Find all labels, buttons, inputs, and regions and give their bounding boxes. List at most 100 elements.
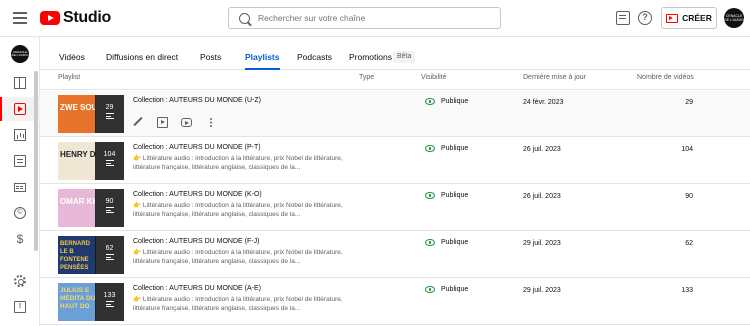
visibility-cell: Publique bbox=[425, 192, 468, 199]
youtube-logo-icon bbox=[40, 11, 60, 25]
create-video-icon bbox=[666, 13, 679, 23]
playlist-icon bbox=[105, 207, 114, 213]
playlist-description: 👉 Littérature audio : introduction à la … bbox=[133, 296, 343, 312]
video-count-badge: 29 bbox=[105, 104, 114, 111]
video-count-overlay: 133 bbox=[95, 283, 124, 321]
table-row[interactable]: OMAR KH QUATRA 90 Collection : AUTEURS D… bbox=[40, 185, 750, 231]
tab-playlists[interactable]: Playlists bbox=[245, 37, 280, 70]
video-count-badge: 104 bbox=[103, 151, 116, 158]
search-input[interactable] bbox=[258, 13, 498, 23]
studio-logo[interactable]: Studio bbox=[40, 9, 111, 27]
playlist-title[interactable]: Collection : AUTEURS DU MONDE (P-T) bbox=[133, 144, 261, 151]
video-count: 29 bbox=[685, 99, 693, 106]
eye-icon bbox=[425, 145, 435, 152]
playlist-thumbnail[interactable]: OMAR KH QUATRA 90 bbox=[58, 189, 124, 227]
tab-videos[interactable]: Vidéos bbox=[59, 37, 85, 70]
tab-podcasts[interactable]: Podcasts bbox=[297, 37, 332, 70]
visibility-cell: Publique bbox=[425, 145, 468, 152]
thumbnail-image: BERNARD LE B FONTENE PENSÉES bbox=[58, 236, 96, 274]
menu-icon[interactable] bbox=[13, 12, 27, 24]
visibility-label: Publique bbox=[441, 98, 469, 105]
more-options-icon[interactable] bbox=[205, 117, 216, 128]
header-count: Nombre de vidéos bbox=[637, 74, 694, 81]
edit-icon[interactable] bbox=[133, 117, 144, 128]
content-icon bbox=[14, 103, 26, 115]
playlist-thumbnail[interactable]: ZWE SOUVENIRS 29 bbox=[58, 95, 124, 133]
updated-date: 29 juil. 2023 bbox=[523, 287, 561, 294]
eye-icon bbox=[425, 98, 435, 105]
help-icon[interactable]: ? bbox=[638, 11, 652, 25]
playlist-thumbnail[interactable]: HENRY DAVID THOREAU 104 bbox=[58, 142, 124, 180]
send-feedback-icon: ! bbox=[14, 301, 26, 313]
video-count-badge: 90 bbox=[105, 198, 114, 205]
playlist-icon bbox=[105, 301, 114, 307]
video-count-badge: 133 bbox=[103, 292, 116, 299]
youtube-view-icon[interactable] bbox=[181, 118, 192, 127]
visibility-cell: Publique bbox=[425, 239, 468, 246]
eye-icon bbox=[425, 239, 435, 246]
thumbnail-text: HENRY DAVID THOREAU bbox=[60, 150, 96, 159]
playlist-description: 👉 Littérature audio : introduction à la … bbox=[133, 202, 343, 218]
table-row[interactable]: JULIUS E MÉDITA DU HAUT DO 133 Collectio… bbox=[40, 279, 750, 325]
thumbnail-text: ZWE SOUVENIRS bbox=[60, 103, 96, 112]
feedback-icon[interactable] bbox=[616, 11, 630, 25]
search-icon bbox=[239, 12, 250, 24]
header-visibility: Visibilité bbox=[421, 74, 447, 81]
header-type: Type bbox=[359, 74, 375, 81]
row-actions bbox=[133, 117, 216, 129]
header-updated[interactable]: Dernière mise à jour bbox=[523, 70, 586, 85]
visibility-label: Publique bbox=[441, 286, 469, 293]
comments-icon bbox=[14, 155, 26, 167]
settings-icon bbox=[14, 275, 26, 287]
table-row[interactable]: HENRY DAVID THOREAU 104 Collection : AUT… bbox=[40, 138, 750, 184]
video-count-overlay: 29 bbox=[95, 95, 124, 133]
playlist-icon bbox=[105, 160, 114, 166]
playlist-thumbnail[interactable]: BERNARD LE B FONTENE PENSÉES 62 bbox=[58, 236, 124, 274]
subtitles-icon bbox=[14, 183, 26, 192]
sidebar-scrollbar[interactable] bbox=[34, 71, 38, 251]
tab-promotions[interactable]: Promotions bbox=[349, 37, 392, 70]
sidebar-item-settings[interactable] bbox=[0, 269, 40, 293]
create-button[interactable]: CRÉER bbox=[661, 7, 717, 29]
sidebar: CENACLE DE L'AUDIO © $ ! bbox=[0, 37, 40, 326]
studio-playlist-icon[interactable] bbox=[157, 117, 168, 128]
updated-date: 26 juil. 2023 bbox=[523, 146, 561, 153]
thumbnail-image: JULIUS E MÉDITA DU HAUT DO bbox=[58, 283, 96, 321]
table-header: Playlist Type Visibilité Dernière mise à… bbox=[40, 70, 750, 90]
tab-live[interactable]: Diffusions en direct bbox=[106, 37, 178, 70]
updated-date: 24 févr. 2023 bbox=[523, 99, 564, 106]
video-count-overlay: 62 bbox=[95, 236, 124, 274]
video-count-badge: 62 bbox=[105, 245, 114, 252]
playlist-title[interactable]: Collection : AUTEURS DU MONDE (F-J) bbox=[133, 238, 259, 245]
playlist-icon bbox=[105, 254, 114, 260]
visibility-label: Publique bbox=[441, 145, 469, 152]
account-avatar[interactable]: CENACLE DE L'AUDIO bbox=[724, 8, 744, 28]
playlist-icon bbox=[105, 113, 114, 119]
channel-avatar[interactable]: CENACLE DE L'AUDIO bbox=[11, 45, 29, 63]
visibility-cell: Publique bbox=[425, 98, 468, 105]
playlist-title[interactable]: Collection : AUTEURS DU MONDE (U-Z) bbox=[133, 97, 261, 104]
thumbnail-image: ZWE SOUVENIRS bbox=[58, 95, 96, 133]
table-row[interactable]: ZWE SOUVENIRS 29 Collection : AUTEURS DU… bbox=[40, 91, 750, 137]
video-count-overlay: 90 bbox=[95, 189, 124, 227]
top-bar: Studio ? CRÉER CENACLE DE L'AUDIO bbox=[0, 0, 750, 37]
tab-posts[interactable]: Posts bbox=[200, 37, 221, 70]
dashboard-icon bbox=[14, 77, 26, 89]
copyright-icon: © bbox=[14, 207, 26, 219]
playlist-thumbnail[interactable]: JULIUS E MÉDITA DU HAUT DO 133 bbox=[58, 283, 124, 321]
thumbnail-text: JULIUS E MÉDITA DU HAUT DO bbox=[60, 287, 96, 310]
thumbnail-text: BERNARD LE B FONTENE PENSÉES bbox=[60, 241, 90, 271]
create-label: CRÉER bbox=[682, 13, 712, 23]
video-count: 133 bbox=[681, 287, 693, 294]
thumbnail-image: HENRY DAVID THOREAU bbox=[58, 142, 96, 180]
eye-icon bbox=[425, 192, 435, 199]
header-playlist: Playlist bbox=[58, 74, 81, 81]
table-row[interactable]: BERNARD LE B FONTENE PENSÉES 62 Collecti… bbox=[40, 232, 750, 278]
sidebar-item-feedback[interactable]: ! bbox=[0, 295, 40, 319]
video-count: 90 bbox=[685, 193, 693, 200]
playlist-title[interactable]: Collection : AUTEURS DU MONDE (A-E) bbox=[133, 285, 261, 292]
playlist-title[interactable]: Collection : AUTEURS DU MONDE (K-O) bbox=[133, 191, 262, 198]
analytics-icon bbox=[14, 129, 26, 141]
search-bar[interactable] bbox=[228, 7, 501, 29]
video-count-overlay: 104 bbox=[95, 142, 124, 180]
